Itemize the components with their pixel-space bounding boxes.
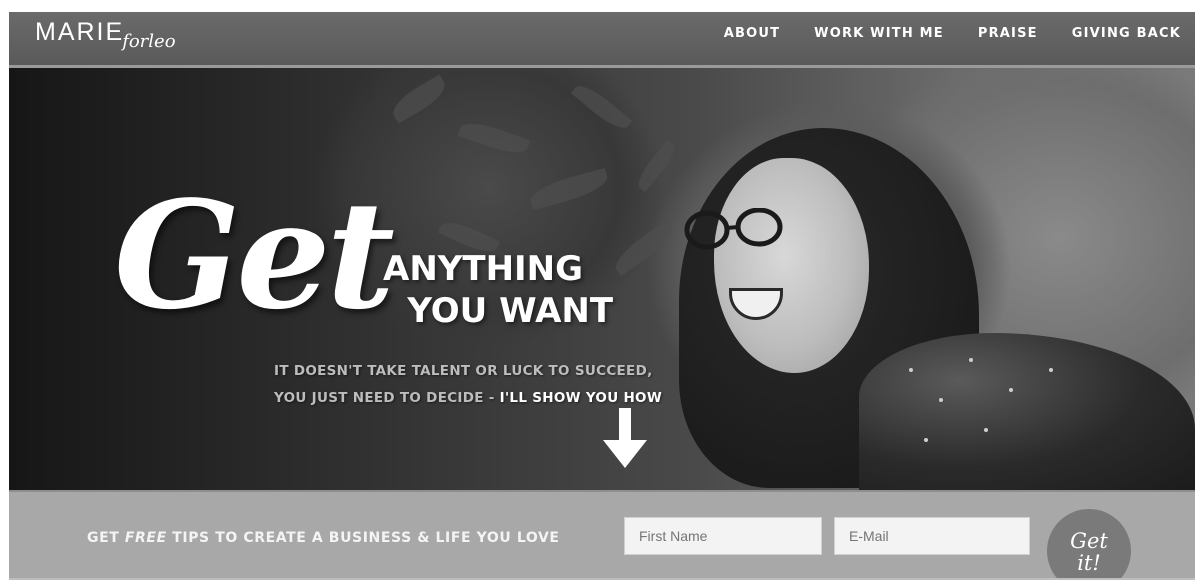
hero-subtitle-cta: I'LL SHOW YOU HOW: [499, 390, 663, 406]
sequin-sparkle: [1049, 368, 1053, 372]
get-it-label: Get it!: [1070, 530, 1108, 574]
hero-heading: ANYTHING YOU WANT: [383, 248, 613, 332]
signup-prompt-start: GET: [87, 530, 125, 546]
nav-work-with-me[interactable]: WORK WITH ME: [814, 26, 944, 42]
page-frame: MARIE forleo ABOUT WORK WITH ME PRAISE G…: [9, 12, 1195, 580]
portrait-face: [714, 158, 869, 373]
main-nav: ABOUT WORK WITH ME PRAISE GIVING BACK: [690, 26, 1181, 42]
site-header: MARIE forleo ABOUT WORK WITH ME PRAISE G…: [9, 12, 1195, 68]
sequin-sparkle: [909, 368, 913, 372]
hero-banner: Get ANYTHING YOU WANT IT DOESN'T TAKE TA…: [9, 68, 1195, 493]
hero-subtitle: IT DOESN'T TAKE TALENT OR LUCK TO SUCCEE…: [274, 358, 662, 412]
foliage-leaf: [632, 139, 681, 193]
portrait-jacket: [859, 333, 1195, 493]
nav-about[interactable]: ABOUT: [724, 26, 780, 42]
logo-main-text: MARIE: [35, 18, 125, 46]
signup-prompt-end: TIPS TO CREATE A BUSINESS & LIFE YOU LOV…: [166, 530, 560, 546]
foliage-leaf: [387, 74, 451, 124]
sequin-sparkle: [924, 438, 928, 442]
nav-giving-back[interactable]: GIVING BACK: [1072, 26, 1181, 42]
get-it-line2: it!: [1077, 550, 1101, 575]
foliage-leaf: [570, 79, 633, 135]
get-it-line1: Get: [1070, 528, 1108, 553]
hero-subtitle-text: YOU JUST NEED TO DECIDE -: [274, 390, 500, 406]
foliage-leaf: [527, 168, 611, 210]
sequin-sparkle: [939, 398, 943, 402]
foliage-leaf: [609, 219, 679, 277]
logo-script-text: forleo: [122, 31, 176, 52]
sequin-sparkle: [1009, 388, 1013, 392]
hero-subtitle-line1: IT DOESN'T TAKE TALENT OR LUCK TO SUCCEE…: [274, 363, 653, 379]
signup-prompt: GET FREE TIPS TO CREATE A BUSINESS & LIF…: [87, 530, 560, 546]
foliage-leaf: [457, 116, 531, 160]
site-logo[interactable]: MARIE forleo: [35, 18, 176, 52]
hero-script-word: Get: [114, 168, 395, 342]
glasses-icon: [684, 208, 783, 250]
email-input[interactable]: [834, 517, 1030, 555]
signup-band: GET FREE TIPS TO CREATE A BUSINESS & LIF…: [9, 490, 1195, 580]
sequin-sparkle: [984, 428, 988, 432]
sequin-sparkle: [969, 358, 973, 362]
nav-praise[interactable]: PRAISE: [978, 26, 1038, 42]
get-it-button[interactable]: Get it!: [1047, 509, 1131, 580]
first-name-input[interactable]: [624, 517, 822, 555]
down-arrow-icon: [603, 408, 647, 468]
signup-prompt-emphasis: FREE: [124, 530, 167, 546]
hero-heading-line1: ANYTHING: [383, 249, 584, 289]
hero-heading-line2: YOU WANT: [407, 291, 614, 331]
